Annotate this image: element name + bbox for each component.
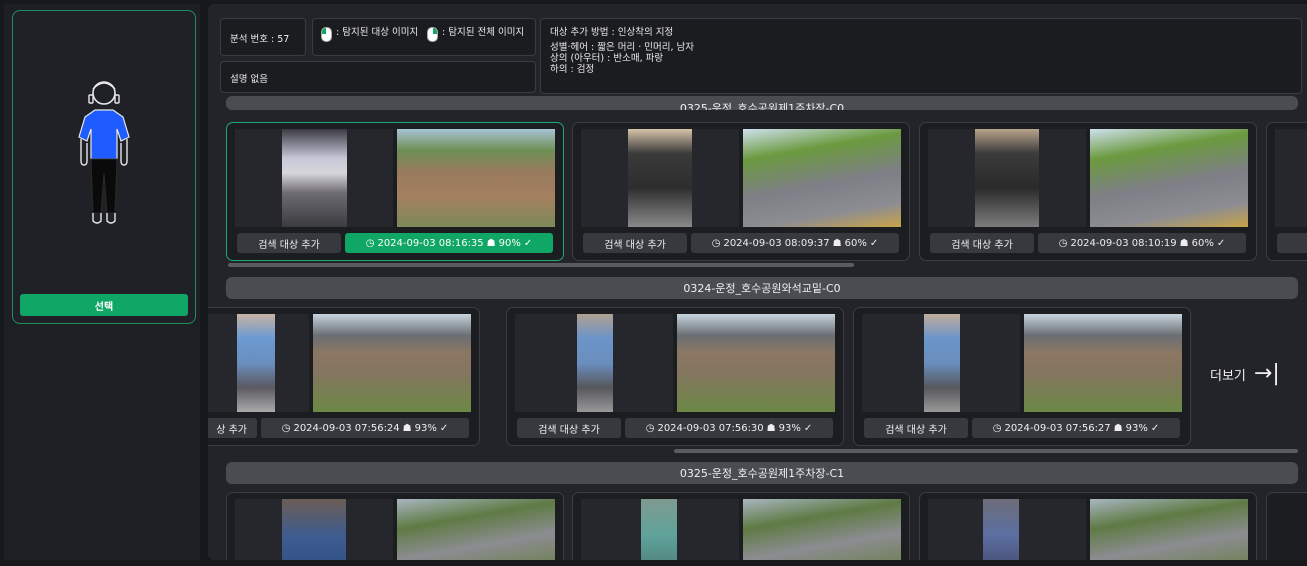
add-search-target-button[interactable]: 상 추가 [208, 418, 257, 438]
add-search-target-button[interactable]: 검색 대상 추가 [517, 418, 621, 438]
arrow-to-end-icon: →| [1253, 361, 1280, 386]
person-attribute-card[interactable]: 선택 [12, 10, 196, 324]
person-figure-icon [78, 81, 130, 224]
results-panel: 분석 번호 : 57 : 탐지된 대상 이미지 : 탐지된 전체 이미지 설명 … [208, 4, 1307, 560]
check-icon: ✓ [1216, 237, 1226, 249]
result-card-partial[interactable] [1266, 492, 1307, 560]
clock-icon: ◷ [1058, 237, 1068, 249]
scene-image[interactable] [313, 314, 471, 412]
person-score-icon: ☗ [402, 422, 412, 434]
check-icon: ✓ [869, 237, 879, 249]
check-icon: ✓ [439, 422, 449, 434]
result-card[interactable]: 검색 대상 추가 ◷ 2024-09-03 07:56:27 ☗ 93% ✓ [853, 307, 1191, 446]
attr-gender-hair: 성별·헤어 : 짧은 머리 · 민머리, 남자 [550, 42, 694, 53]
result-card[interactable]: 검색 대상 추가 ◷ 2024-09-03 08:16:35 ☗ 90% ✓ [226, 122, 564, 261]
row-scrollbar[interactable] [674, 449, 1298, 453]
result-card[interactable] [226, 492, 564, 560]
scene-image[interactable] [743, 499, 901, 560]
left-panel: 선택 [4, 4, 200, 560]
timestamp-score-button[interactable]: ◷ 2024-09-03 08:09:37 ☗ 60% ✓ [691, 233, 899, 253]
result-card[interactable] [572, 492, 910, 560]
person-crop-image[interactable] [235, 129, 393, 227]
clock-icon: ◷ [992, 422, 1002, 434]
scene-image[interactable] [743, 129, 901, 227]
mouse-left-icon [321, 27, 332, 42]
timestamp-score-button[interactable]: ◷ 2024-09-03 07:56:24 ☗ 93% ✓ [261, 418, 469, 438]
scene-image[interactable] [397, 499, 555, 560]
scene-image[interactable] [1090, 129, 1248, 227]
person-crop-image[interactable] [928, 499, 1086, 560]
timestamp-score-button[interactable]: ◷ 2024-09-03 08:16:35 ☗ 90% ✓ [345, 233, 553, 253]
check-icon: ✓ [803, 422, 813, 434]
scene-image[interactable] [1090, 499, 1248, 560]
add-search-target-button[interactable]: 검색 대상 추가 [864, 418, 968, 438]
result-card[interactable]: 검색 대상 추가 ◷ 2024-09-03 08:09:37 ☗ 60% ✓ [572, 122, 910, 261]
clock-icon: ◷ [711, 237, 721, 249]
person-crop-image[interactable] [581, 499, 739, 560]
clock-icon: ◷ [281, 422, 291, 434]
more-button[interactable]: 더보기 →| [1210, 361, 1280, 386]
attr-top: 상의 (아우터) : 반소매, 파랑 [550, 53, 664, 64]
row-scrollbar[interactable] [228, 263, 854, 267]
result-card[interactable]: 상 추가 ◷ 2024-09-03 07:56:24 ☗ 93% ✓ [208, 307, 480, 446]
target-attributes-box: 대상 추가 방법 : 인상착의 지정 성별·헤어 : 짧은 머리 · 민머리, … [540, 18, 1302, 94]
result-card-partial[interactable] [1266, 122, 1307, 261]
person-crop-image[interactable] [862, 314, 1020, 412]
timestamp-score-button[interactable]: ◷ 2024-09-03 07:56:27 ☗ 93% ✓ [972, 418, 1180, 438]
timestamp-score-button[interactable]: ◷ 2024-09-03 07:56:30 ☗ 93% ✓ [625, 418, 833, 438]
description-text: 설명 없음 [230, 74, 268, 85]
check-icon: ✓ [1150, 422, 1160, 434]
result-card[interactable]: 검색 대상 추가 ◷ 2024-09-03 08:10:19 ☗ 60% ✓ [919, 122, 1257, 261]
legend-target-label: : 탐지된 대상 이미지 [336, 27, 419, 38]
select-button[interactable]: 선택 [20, 294, 188, 316]
person-score-icon: ☗ [832, 237, 842, 249]
person-crop-image[interactable] [928, 129, 1086, 227]
result-card[interactable] [919, 492, 1257, 560]
description-box: 설명 없음 [220, 61, 536, 93]
scene-image[interactable] [397, 129, 555, 227]
clock-icon: ◷ [365, 237, 375, 249]
scene-image[interactable] [1024, 314, 1182, 412]
attr-bottom: 하의 : 검정 [550, 64, 595, 75]
mouse-right-icon [427, 27, 438, 42]
add-search-target-button[interactable]: 검색 대상 추가 [237, 233, 341, 253]
person-score-icon: ☗ [766, 422, 776, 434]
camera-row-title: 0325-운정_호수공원제1주차장-C1 [226, 462, 1298, 484]
person-crop-image[interactable] [581, 129, 739, 227]
camera-row-title: 0324-운정_호수공원와석교밑-C0 [226, 277, 1298, 299]
check-icon: ✓ [523, 237, 533, 249]
person-crop-image[interactable] [208, 314, 309, 412]
legend-all-label: : 탐지된 전체 이미지 [442, 27, 525, 38]
legend-box: : 탐지된 대상 이미지 : 탐지된 전체 이미지 [312, 18, 536, 56]
add-search-target-button[interactable]: 검색 대상 추가 [583, 233, 687, 253]
add-search-target-button[interactable]: 검색 대상 추가 [930, 233, 1034, 253]
person-score-icon: ☗ [486, 237, 496, 249]
person-crop-image[interactable] [235, 499, 393, 560]
timestamp-score-button[interactable]: ◷ 2024-09-03 08:10:19 ☗ 60% ✓ [1038, 233, 1246, 253]
camera-row-title: 0325-운정_호수공원제1주차장-C0 [226, 96, 1298, 110]
analysis-number: 분석 번호 : 57 [230, 34, 290, 45]
scene-image[interactable] [677, 314, 835, 412]
person-crop-image[interactable] [515, 314, 673, 412]
app-frame: 선택 분석 번호 : 57 : 탐지된 대상 이미지 : 탐지된 전체 이미지 … [0, 0, 1307, 566]
person-score-icon: ☗ [1113, 422, 1123, 434]
analysis-number-box: 분석 번호 : 57 [220, 18, 306, 56]
person-score-icon: ☗ [1179, 237, 1189, 249]
clock-icon: ◷ [645, 422, 655, 434]
add-method-text: 대상 추가 방법 : 인상착의 지정 [550, 27, 674, 38]
result-card[interactable]: 검색 대상 추가 ◷ 2024-09-03 07:56:30 ☗ 93% ✓ [506, 307, 844, 446]
